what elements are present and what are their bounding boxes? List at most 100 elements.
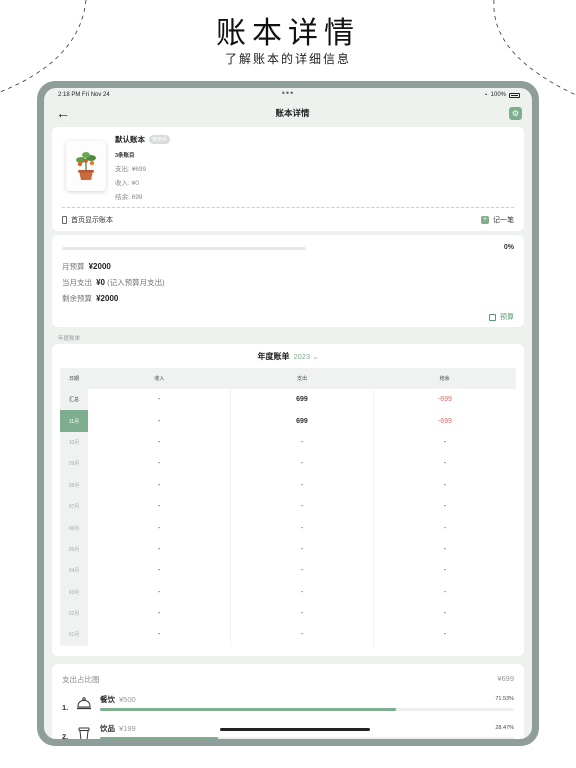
category-bar-fill [100,708,397,711]
table-row[interactable]: 汇总 -699 -699 [60,389,516,411]
table-row[interactable]: 01月 - - - [60,624,516,646]
table-cell-income: - [157,524,161,532]
record-entry-button[interactable]: + 记一笔 [481,215,514,225]
annual-bill-card: 年度账单 2023 ⌄ 日期 收入 支出 结余 汇总 -699 -699 11月 -69… [52,344,524,656]
table-row[interactable]: 05月 - - - [60,538,516,561]
monthly-budget-value: ¥2000 [88,262,111,271]
edit-icon [489,313,496,321]
book-cover-plant-icon[interactable] [66,141,106,191]
table-cell-balance: - [443,588,447,596]
table-row[interactable]: 09月 - - - [60,453,516,475]
table-cell-expense: 699 [230,389,374,411]
annual-header: 年度账单 2023 ⌄ [60,344,516,368]
year-value: 2023 [293,351,311,361]
table-cell-expense: - [230,538,374,561]
table-cell-date: 11月 [60,410,88,432]
settings-gear-icon[interactable]: ⚙ [508,106,522,120]
table-cell-income: - [157,631,161,639]
month-spent-label: 当月支出 [62,278,92,287]
table-row[interactable]: 03月 - - - [60,581,516,603]
table-cell-income: - [157,438,161,446]
category-row[interactable]: 1. 餐饮 ¥500 71.53% [62,694,514,718]
phone-icon [62,216,67,224]
home-indicator[interactable] [220,728,370,731]
table-cell-date: 01月 [60,624,88,646]
book-info-card: 默认账本 使用中 3条账目 支出: ¥699 收入: ¥0 结余: 699 首页… [52,127,524,231]
category-name-row: 餐饮 ¥500 [100,694,136,705]
budget-card: 0% 月预算 ¥2000 当月支出 ¥0 (记入预算月支出) 剩余预算 ¥200… [52,235,524,327]
column-header: 结余 [373,368,516,389]
table-cell-income: - [157,567,161,575]
table-row[interactable]: 02月 - - - [60,602,516,625]
table-cell-income: - [157,503,161,511]
category-bar [100,708,514,711]
table-cell-income: - [157,545,161,553]
multitask-dots[interactable]: ••• [44,88,532,98]
chevron-down-icon: ⌄ [312,351,319,361]
table-row[interactable]: 06月 - - - [60,517,516,539]
category-bar [100,737,514,739]
table-cell-expense: - [230,517,374,539]
table-cell-expense: - [230,431,374,454]
table-row[interactable]: 04月 - - - [60,560,516,582]
table-cell-balance: - [443,631,447,639]
status-bar: ••• 2:18 PM Fri Nov 24 ◔ 100% [44,88,532,102]
nav-bar: ← 账本详情 ⚙ [44,102,532,124]
table-cell-balance: -699 [437,417,452,425]
edit-budget-button[interactable]: 预算 [489,312,514,322]
book-name: 默认账本 [115,135,145,144]
book-name-row: 默认账本 使用中 [115,134,171,145]
category-name: 饮品 [100,724,115,733]
annual-title: 年度账单 [257,351,290,361]
column-header: 收入 [88,368,231,389]
promo-subtitle: 了解账本的详细信息 [224,52,351,66]
category-rank: 1. [62,703,69,712]
table-cell-balance: - [443,481,447,489]
table-cell-date: 05月 [60,538,88,561]
tablet-frame: ••• 2:18 PM Fri Nov 24 ◔ 100% ← 账本详情 ⚙ 默… [37,81,539,746]
table-cell-date: 10月 [60,431,88,454]
table-row[interactable]: 07月 - - - [60,495,516,518]
table-cell-balance: - [443,503,447,511]
table-cell-balance: - [443,545,447,553]
table-cell-balance: -699 [437,396,452,404]
table-cell-balance: - [443,567,447,575]
category-bar-fill [100,737,218,739]
table-row[interactable]: 08月 - - - [60,474,516,496]
category-name-row: 饮品 ¥199 [100,723,136,734]
show-on-home-toggle[interactable]: 首页显示账本 [62,215,113,225]
budget-progress-bar [62,247,306,250]
back-arrow-icon[interactable]: ← [56,106,76,120]
category-amount: ¥500 [119,695,136,704]
plus-icon: + [481,216,489,224]
month-spent-row: 当月支出 ¥0 (记入预算月支出) [62,277,165,288]
annual-table: 日期 收入 支出 结余 汇总 -699 -699 11月 -699 -699 10月 - - -0… [60,368,516,646]
table-cell-expense: - [230,581,374,603]
table-cell-expense: - [230,560,374,582]
category-row[interactable]: 2. 饮品 ¥199 28.47% [62,723,514,739]
book-income: 收入: ¥0 [115,180,139,187]
drink-icon [78,727,90,739]
year-selector[interactable]: 2023 ⌄ [293,352,318,361]
table-cell-expense: - [230,474,374,496]
table-row[interactable]: 10月 - - - [60,431,516,454]
status-badge: 使用中 [149,135,171,144]
table-cell-expense: - [230,602,374,625]
table-cell-income: - [157,417,161,425]
table-cell-date: 09月 [60,453,88,475]
table-cell-balance: - [443,460,447,468]
category-amount: ¥199 [119,724,136,733]
column-header: 日期 [60,368,88,389]
edit-budget-label: 预算 [500,314,514,321]
column-header: 支出 [230,368,374,389]
table-cell-expense: - [230,495,374,518]
month-spent-value: ¥0 [96,278,105,287]
table-cell-income: - [157,481,161,489]
book-expense: 支出: ¥699 [115,166,147,173]
cloche-icon [77,697,91,710]
table-cell-income: - [157,396,161,404]
page-title: 账本详情 [275,108,310,118]
table-cell-date: 06月 [60,517,88,539]
table-row[interactable]: 11月 -699 -699 [60,410,516,432]
record-entry-label: 记一笔 [493,217,514,224]
